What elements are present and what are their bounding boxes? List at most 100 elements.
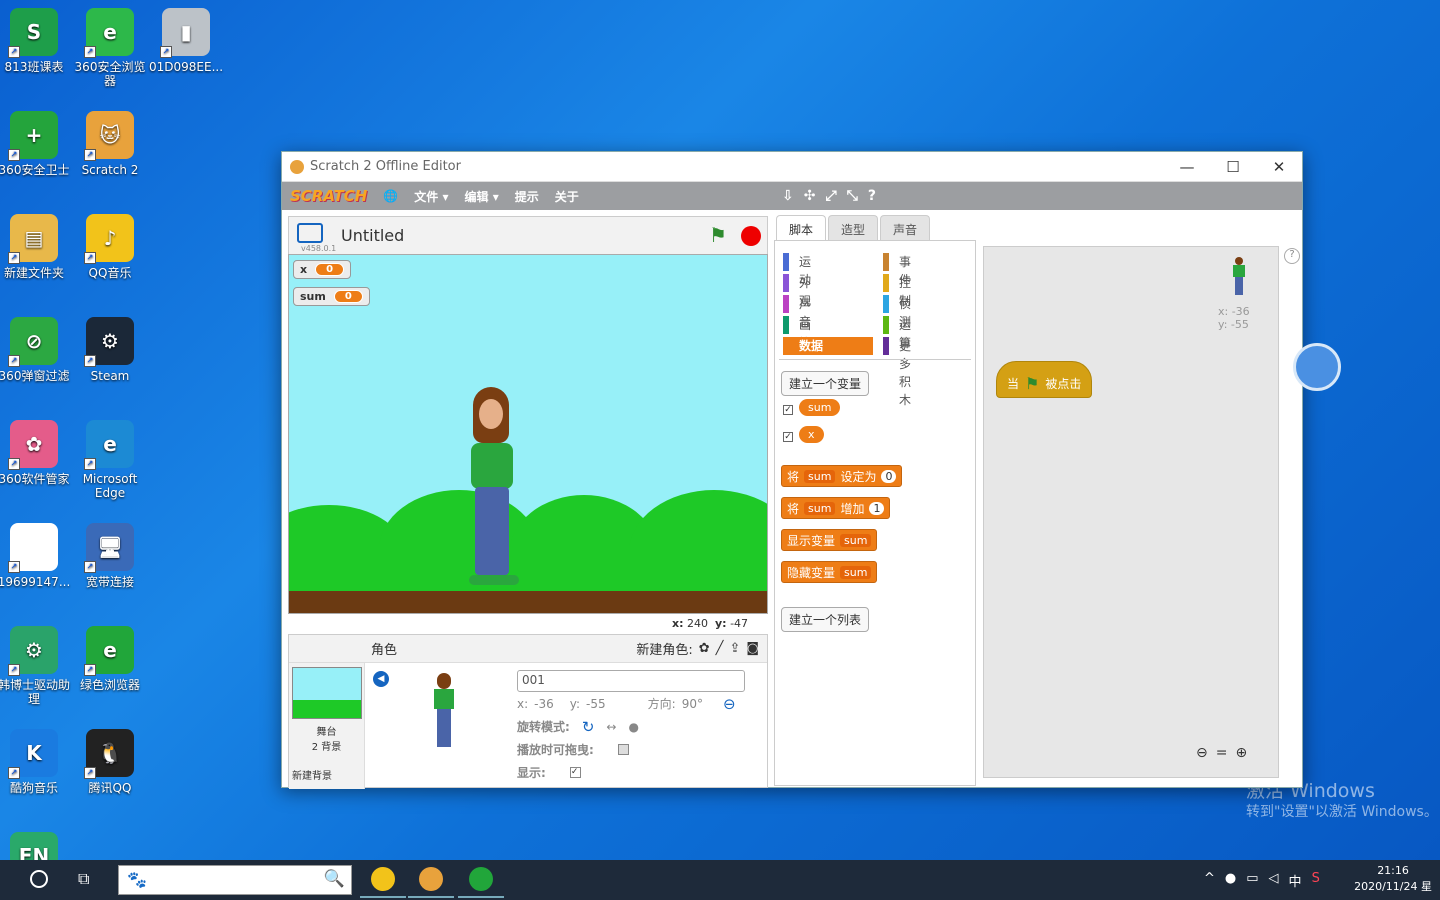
search-icon[interactable]: 🔍 bbox=[324, 869, 345, 889]
clock[interactable]: 21:16 2020/11/24 星 bbox=[1354, 863, 1432, 895]
sprite-direction: 90° bbox=[681, 696, 703, 711]
category-right-4[interactable]: 更多积木 bbox=[883, 337, 911, 407]
category-right-1[interactable]: 控制 bbox=[883, 274, 911, 308]
rotate-lr-icon[interactable]: ↔ bbox=[606, 720, 616, 734]
hide-variable-block[interactable]: 隐藏变量 sum bbox=[781, 561, 878, 583]
sum-monitor-checkbox[interactable]: ✓ bbox=[783, 405, 793, 415]
scripts-area[interactable]: x: -36 y: -55 当 ⚑ 被点击 ⊖ = ⊕ bbox=[983, 246, 1279, 778]
stage-thumbnail[interactable]: 舞台 2 背景 新建背景 bbox=[289, 663, 365, 789]
show-checkbox[interactable]: ✓ bbox=[569, 767, 581, 778]
category-right-0[interactable]: 事件 bbox=[883, 253, 911, 287]
no-rotate-icon[interactable]: ● bbox=[628, 720, 638, 734]
tab-sounds[interactable]: 声音 bbox=[880, 215, 931, 243]
category-left-1[interactable]: 外观 bbox=[783, 274, 811, 308]
app-icon: ⊘ ↗ bbox=[8, 317, 58, 367]
app-icon: e ↗ bbox=[84, 626, 134, 676]
globe-icon[interactable]: 🌐 bbox=[383, 189, 398, 203]
desktop-icon[interactable]: ▮ ↗ 01D098EE... bbox=[148, 4, 224, 74]
delete-tool-icon[interactable]: ✣ bbox=[804, 188, 816, 204]
tab-scripts[interactable]: 脚本 bbox=[776, 215, 827, 243]
category-right-3[interactable]: 运算 bbox=[883, 316, 911, 350]
zoom-in-icon[interactable]: ⊕ bbox=[1235, 745, 1247, 761]
project-title[interactable]: Untitled bbox=[341, 226, 404, 245]
zoom-reset-icon[interactable]: = bbox=[1216, 745, 1228, 761]
desktop-icon[interactable]: e ↗ 绿色浏览器 bbox=[72, 622, 148, 692]
menu-tips[interactable]: 提示 bbox=[515, 188, 539, 205]
desktop-icon[interactable]: ↗ 19699147... bbox=[0, 519, 72, 589]
shrink-tool-icon[interactable]: ⤡ bbox=[847, 188, 858, 204]
desktop-icon-label: 360安全卫士 bbox=[0, 163, 70, 177]
make-list-button[interactable]: 建立一个列表 bbox=[781, 607, 870, 632]
desktop-icon[interactable]: ⚙ ↗ 韩博士驱动助理 bbox=[0, 622, 72, 706]
grow-tool-icon[interactable]: ⤢ bbox=[825, 188, 836, 204]
sprite-girl[interactable] bbox=[461, 387, 525, 587]
taskbar-scratch-icon[interactable] bbox=[408, 862, 454, 898]
fullscreen-icon[interactable] bbox=[297, 223, 323, 243]
info-back-icon[interactable]: ◀ bbox=[373, 671, 389, 687]
variable-sum-reporter[interactable]: sum bbox=[799, 399, 841, 416]
close-button[interactable]: ✕ bbox=[1256, 158, 1302, 176]
variable-x-reporter[interactable]: x bbox=[799, 426, 824, 443]
desktop-icon[interactable]: 🐧 ↗ 腾讯QQ bbox=[72, 725, 148, 795]
task-view-icon[interactable]: ⧉ bbox=[78, 869, 89, 889]
help-icon[interactable]: ? bbox=[1284, 248, 1300, 264]
menu-file[interactable]: 文件 ▾ bbox=[414, 188, 448, 205]
desktop-icon[interactable]: 🖥 ↗ 宽带连接 bbox=[72, 519, 148, 589]
sprite-thumbnail[interactable] bbox=[429, 673, 459, 753]
sprite-name-input[interactable]: 001 bbox=[517, 669, 745, 692]
app-icon: S ↗ bbox=[8, 8, 58, 58]
title-bar[interactable]: Scratch 2 Offline Editor — ☐ ✕ bbox=[282, 152, 1302, 182]
help-tool-icon[interactable]: ? bbox=[868, 188, 876, 204]
desktop-icon-label: 01D098EE... bbox=[148, 60, 224, 74]
maximize-button[interactable]: ☐ bbox=[1210, 158, 1256, 176]
category-left-3[interactable]: 画笔 bbox=[783, 316, 811, 350]
desktop-icon[interactable]: 🐱 ↗ Scratch 2 bbox=[72, 107, 148, 177]
monitor-x[interactable]: x 0 bbox=[293, 260, 352, 279]
choose-sprite-icon[interactable]: ✿ bbox=[699, 641, 710, 656]
menu-edit[interactable]: 编辑 ▾ bbox=[465, 188, 499, 205]
desktop-icon[interactable]: ⊘ ↗ 360弹窗过滤 bbox=[0, 313, 72, 383]
desktop-icon[interactable]: e ↗ Microsoft Edge bbox=[72, 416, 148, 500]
show-variable-block[interactable]: 显示变量 sum bbox=[781, 529, 878, 551]
camera-icon[interactable]: ◙ bbox=[746, 641, 759, 656]
upload-sprite-icon[interactable]: ⇪ bbox=[729, 641, 740, 656]
scratch-logo[interactable]: SCRATCH bbox=[290, 187, 367, 205]
make-variable-button[interactable]: 建立一个变量 bbox=[781, 371, 870, 396]
stage-canvas[interactable]: x 0 sum 0 bbox=[288, 254, 768, 614]
desktop-icon[interactable]: e ↗ 360安全浏览器 bbox=[72, 4, 148, 88]
menu-about[interactable]: 关于 bbox=[555, 188, 579, 205]
category-right-2[interactable]: 侦测 bbox=[883, 295, 911, 329]
floating-assistant-ball[interactable] bbox=[1293, 343, 1341, 391]
start-search-icon[interactable] bbox=[30, 870, 48, 888]
x-monitor-checkbox[interactable]: ✓ bbox=[783, 432, 793, 442]
when-flag-clicked-block[interactable]: 当 ⚑ 被点击 bbox=[996, 361, 1093, 398]
green-flag-icon[interactable]: ⚑ bbox=[709, 223, 727, 247]
desktop-icon[interactable]: ▤ ↗ 新建文件夹 bbox=[0, 210, 72, 280]
zoom-out-icon[interactable]: ⊖ bbox=[1196, 745, 1208, 761]
draggable-checkbox[interactable] bbox=[617, 744, 629, 755]
tray-icons[interactable]: ^ ● ▭ ◁ 中 S bbox=[1204, 871, 1320, 890]
minimize-button[interactable]: — bbox=[1164, 158, 1210, 176]
category-left-0[interactable]: 运动 bbox=[783, 253, 811, 287]
stop-icon[interactable] bbox=[741, 226, 761, 246]
taskbar-qqmusic-icon[interactable] bbox=[360, 862, 406, 898]
desktop-icon[interactable]: ✿ ↗ 360软件管家 bbox=[0, 416, 72, 486]
desktop-icon[interactable]: ⚙ ↗ Steam bbox=[72, 313, 148, 383]
category-left-2[interactable]: 声音 bbox=[783, 295, 811, 329]
desktop-icon[interactable]: + ↗ 360安全卫士 bbox=[0, 107, 72, 177]
change-variable-block[interactable]: 将 sum 增加 1 bbox=[781, 497, 891, 519]
taskbar-search-box[interactable]: 🐾 🔍 bbox=[118, 865, 352, 895]
duplicate-tool-icon[interactable]: ⇩ bbox=[782, 188, 794, 204]
taskbar-green-browser-icon[interactable] bbox=[458, 862, 504, 898]
rotate-all-icon[interactable]: ↻ bbox=[582, 718, 595, 736]
paint-sprite-icon[interactable]: ╱ bbox=[716, 641, 724, 656]
monitor-sum[interactable]: sum 0 bbox=[293, 287, 370, 306]
desktop-icon-label: 813班课表 bbox=[4, 60, 64, 74]
desktop-icon[interactable]: K ↗ 酷狗音乐 bbox=[0, 725, 72, 795]
set-variable-block[interactable]: 将 sum 设定为 0 bbox=[781, 465, 903, 487]
category-left-4[interactable]: 数据 bbox=[783, 337, 873, 355]
direction-dial-icon[interactable]: ⊖ bbox=[723, 695, 736, 713]
desktop-icon[interactable]: S ↗ 813班课表 bbox=[0, 4, 72, 74]
desktop-icon[interactable]: ♪ ↗ QQ音乐 bbox=[72, 210, 148, 280]
tab-costumes[interactable]: 造型 bbox=[828, 215, 879, 243]
